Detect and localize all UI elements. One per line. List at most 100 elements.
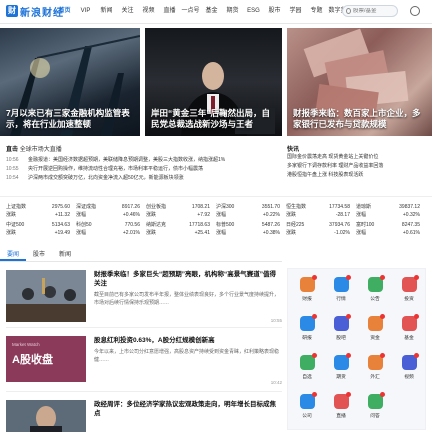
quick-access-item[interactable]: 期货 (324, 351, 358, 385)
news-time: 10:56 (6, 157, 19, 163)
market-cell-value: 39837.12 (399, 204, 420, 210)
news-ticker: 直击 全球市场大直播 10:56 金融报道：美国经济数据超预期，美联储降息预期调整… (0, 142, 432, 186)
quick-access-item[interactable]: 直播 (324, 390, 358, 424)
market-cell-value: +7.92 (197, 212, 210, 218)
quick-access-icon (367, 275, 385, 292)
article-title[interactable]: 政经周评：多位经济学家热议宏观政策走向，明年增长目标成焦点 (94, 400, 282, 418)
quick-access-label: 公司 (302, 414, 312, 419)
banner-2[interactable]: 岸田“黄金三年”后鞠然出局，自民党总裁选战新沙场与王者 (145, 28, 282, 136)
news-row[interactable]: 10:56 金融报道：美国经济数据超预期，美联储降息预期调整，美股三大指数收涨，纳… (6, 156, 280, 165)
market-cell[interactable]: 涨跌 +25.41 (146, 229, 216, 237)
article-item[interactable]: Market Watch A股收盘 股息红利投资0.63%，A股分红规模创新高 … (6, 336, 282, 392)
market-cell[interactable]: 中证500 5134.63 (6, 221, 76, 229)
flash-row[interactable]: 港股恒指午盘上涨 科技股表现活跃 (287, 171, 427, 180)
search-icon[interactable] (346, 8, 351, 14)
market-cell[interactable]: 涨幅 +2.01% (76, 229, 146, 237)
market-cell[interactable]: 深证成指 8917.26 (76, 203, 146, 211)
quick-access-item[interactable]: 外汇 (358, 351, 392, 385)
market-cell[interactable]: 日经225 37934.76 (286, 221, 356, 229)
quick-access-item[interactable]: 投资 (392, 273, 426, 307)
market-cell[interactable]: 富时100 8247.35 (356, 221, 426, 229)
article-item[interactable]: 政经周评：多位经济学家热议宏观政策走向，明年增长目标成焦点 (6, 400, 282, 432)
market-cell-name: 涨跌 (146, 230, 157, 236)
article-title[interactable]: 股息红利投资0.63%，A股分红规模创新高 (94, 336, 282, 345)
market-cell-value: +0.46% (122, 212, 140, 218)
market-cell-value: +0.32% (402, 212, 420, 218)
market-cell[interactable]: 涨跌 +19.49 (6, 229, 76, 237)
news-heading-sub[interactable]: 全球市场大直播 (20, 147, 62, 153)
quick-access-label: 直播 (336, 414, 346, 419)
nav-item-futures[interactable]: 期货 (222, 5, 243, 17)
market-cell[interactable]: 涨幅 +0.22% (216, 211, 286, 219)
quick-access-icon (367, 314, 385, 331)
market-cell-value: 17734.58 (329, 204, 350, 210)
market-cell[interactable]: 沪深300 3551.70 (216, 203, 286, 211)
nav-item-follow[interactable]: 关注 (117, 5, 138, 17)
tab-headlines[interactable]: 要闻 (0, 250, 26, 261)
market-cell[interactable]: 涨跌 +11.32 (6, 211, 76, 219)
quick-access-item[interactable]: 股吧 (324, 312, 358, 346)
nav-item-stocks[interactable]: 股市 (264, 5, 285, 17)
quick-access-label: 公告 (370, 297, 380, 302)
quick-access-icon (299, 392, 317, 409)
market-cell[interactable]: 恒生指数 17734.58 (286, 203, 356, 211)
market-cell[interactable]: 涨幅 +0.32% (356, 211, 426, 219)
nav-item-home[interactable]: 首页 (54, 5, 75, 17)
quick-access-item[interactable]: 问答 (358, 390, 392, 424)
nav-item-live[interactable]: 直播 (159, 5, 180, 17)
market-cell-name: 沪深300 (216, 204, 235, 210)
quick-access-item[interactable]: 资金 (358, 312, 392, 346)
market-cell[interactable]: 涨幅 +0.61% (356, 229, 426, 237)
tab-stocks[interactable]: 股市 (26, 250, 52, 261)
market-cell[interactable]: 涨幅 +0.46% (76, 211, 146, 219)
article-item[interactable]: 财报季来临！多家巨头“超预期”亮眼，机构称“高景气赛道”值得关注 截至目前已有多… (6, 270, 282, 328)
news-text: 沪深两市成交额突破万亿，北向资金净流入超50亿元，新能源板块领涨 (28, 175, 184, 181)
nav-item-fund[interactable]: 基金 (201, 5, 222, 17)
quick-access-label: 自选 (302, 375, 312, 380)
quick-access-item[interactable]: 行情 (324, 273, 358, 307)
quick-access-item[interactable]: 财报 (290, 273, 324, 307)
nav-item-academy[interactable]: 学园 (285, 5, 306, 17)
market-cell-value: +0.22% (262, 212, 280, 218)
market-cell[interactable]: 标普500 5487.26 (216, 221, 286, 229)
quick-access-item[interactable]: 公司 (290, 390, 324, 424)
main-nav: 首页 VIP 新闻 关注 视频 直播 一点号 基金 期货 ESG 股市 学园 专… (54, 5, 348, 17)
quick-access-label: 问答 (370, 414, 380, 419)
nav-item-topics[interactable]: 专题 (306, 5, 327, 17)
quick-access-item[interactable]: 视频 (392, 351, 426, 385)
market-cell[interactable]: 纳斯达克 17718.63 (146, 221, 216, 229)
nav-item-video[interactable]: 视频 (138, 5, 159, 17)
market-cell[interactable]: 涨幅 +0.38% (216, 229, 286, 237)
search-input[interactable] (353, 8, 397, 14)
search-box (342, 5, 398, 17)
article-title[interactable]: 财报季来临！多家巨头“超预期”亮眼，机构称“高景气赛道”值得关注 (94, 270, 282, 288)
banner-1[interactable]: 7月以来已有三家金融机构监管表示，将在行业加速整顿 (0, 28, 140, 136)
flash-row[interactable]: 多家银行下调存款利率 理财产品收益率回落 (287, 162, 427, 171)
nav-item-column[interactable]: 一点号 (180, 5, 201, 17)
market-cell[interactable]: 涨跌 -28.17 (286, 211, 356, 219)
market-cell[interactable]: 涨跌 -1.02% (286, 229, 356, 237)
market-cell[interactable]: 科创50 770.56 (76, 221, 146, 229)
nav-item-news[interactable]: 新闻 (96, 5, 117, 17)
market-cell[interactable]: 涨跌 +7.92 (146, 211, 216, 219)
market-cell[interactable]: 上证指数 2975.60 (6, 203, 76, 211)
nav-item-vip[interactable]: VIP (75, 5, 96, 17)
quick-access-icon (367, 392, 385, 409)
quick-access-item[interactable]: 基金 (392, 312, 426, 346)
flash-row[interactable]: 国际金价震荡走高 现货黄金站上关键价位 (287, 153, 427, 162)
market-cell[interactable]: 道琼斯 39837.12 (356, 203, 426, 211)
user-avatar-icon[interactable] (410, 6, 420, 16)
news-row[interactable]: 10:54 沪深两市成交额突破万亿，北向资金净流入超50亿元，新能源板块领涨 (6, 174, 280, 183)
nav-item-esg[interactable]: ESG (243, 5, 264, 17)
market-cell[interactable]: 创业板指 1708.21 (146, 203, 216, 211)
quick-access-item[interactable]: 自选 (290, 351, 324, 385)
banner-3[interactable]: 财报季来临：数百家上市企业，多家银行已发布与贷款规模 (287, 28, 432, 136)
quick-access-label: 研报 (302, 336, 312, 341)
quick-access-icon (299, 314, 317, 331)
news-row[interactable]: 10:55 央行开展逆回购操作，维持流动性合理充裕，市场利率平稳运行，债市小幅震荡 (6, 165, 280, 174)
top-navigation: 财 新浪财经 首页 VIP 新闻 关注 视频 直播 一点号 基金 期货 ESG … (0, 0, 432, 24)
quick-access-item[interactable]: 公告 (358, 273, 392, 307)
banner-1-caption: 7月以来已有三家金融机构监管表示，将在行业加速整顿 (6, 108, 130, 129)
tab-news[interactable]: 新闻 (52, 250, 78, 261)
quick-access-item[interactable]: 研报 (290, 312, 324, 346)
